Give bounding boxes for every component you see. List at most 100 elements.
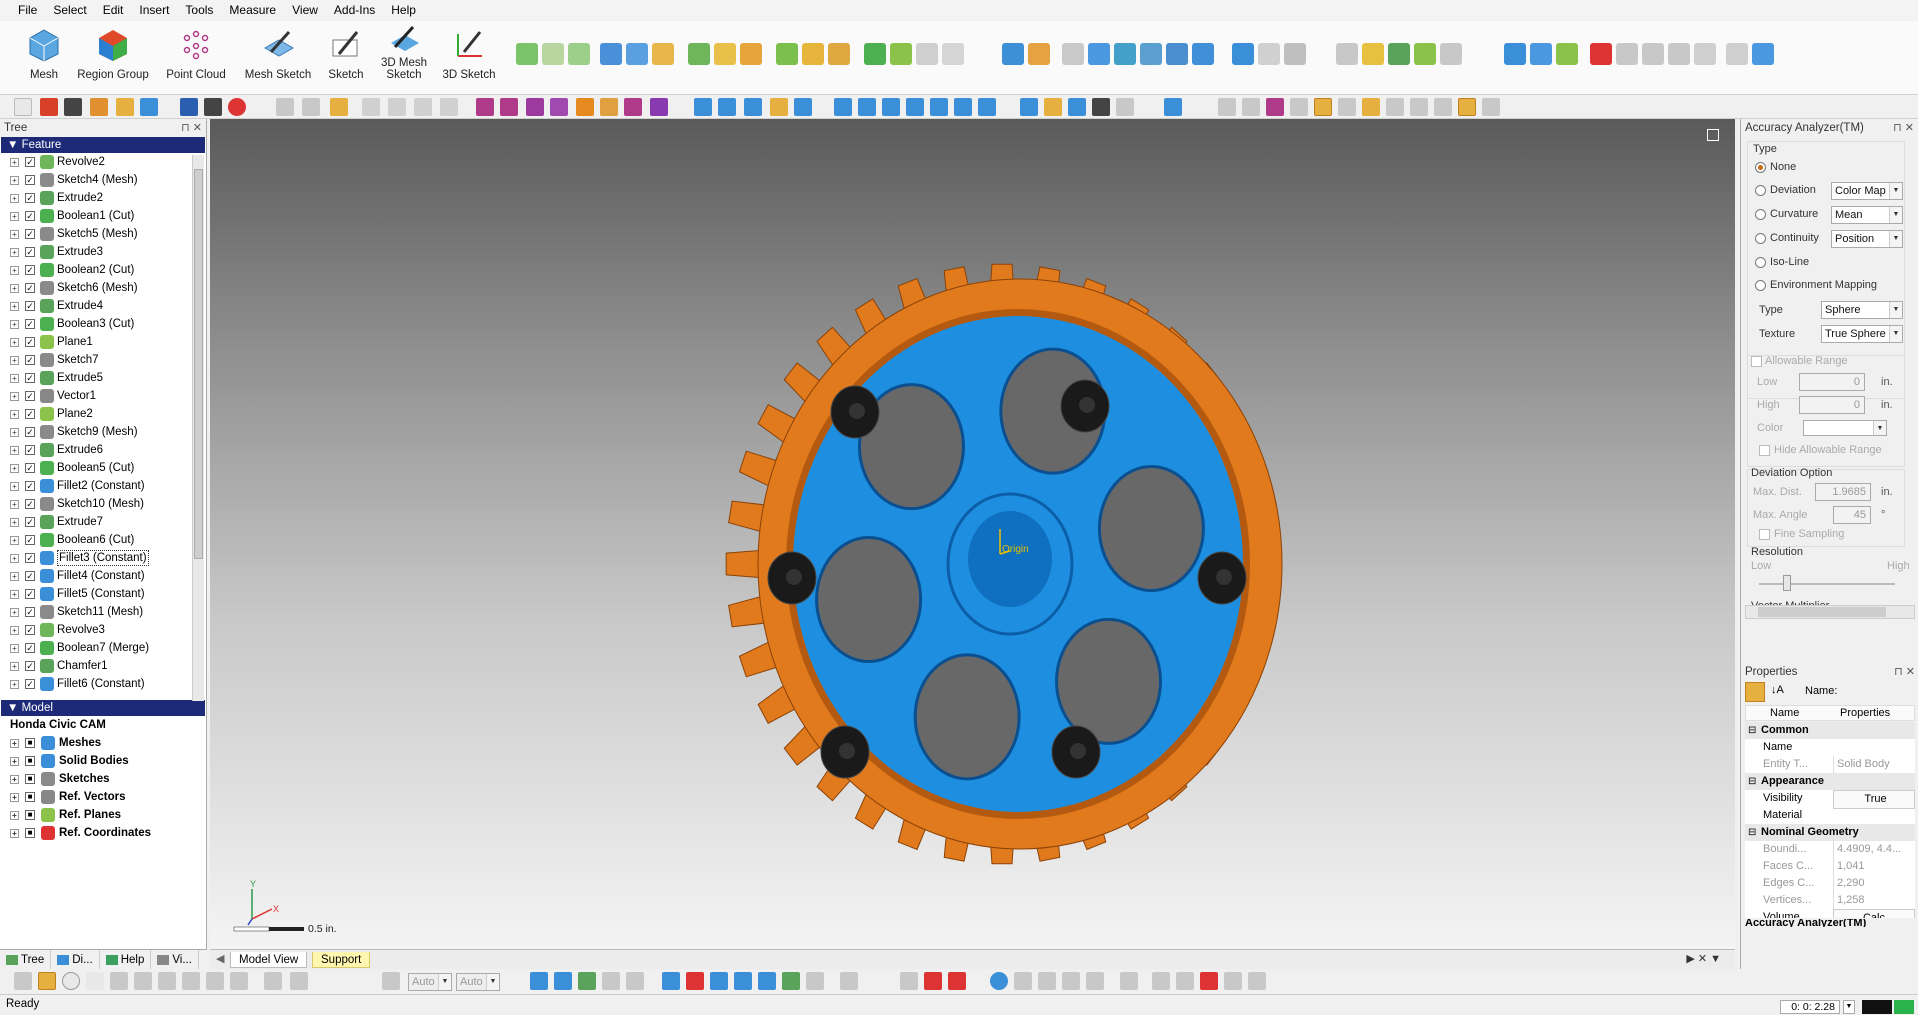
fillet-tool-icon[interactable]	[864, 43, 886, 65]
copy-body-icon[interactable]	[1232, 43, 1254, 65]
tree-feature-row[interactable]: + ✓ Revolve2	[0, 153, 206, 171]
max-angle-input[interactable]: 45	[1833, 506, 1871, 524]
replace-face-icon[interactable]	[1140, 43, 1162, 65]
mesh-sketch-button[interactable]: Mesh Sketch	[240, 25, 316, 81]
scrollbar-thumb[interactable]	[194, 169, 203, 559]
sweep-tool-icon[interactable]	[652, 43, 674, 65]
hide-allowable-checkbox[interactable]: Hide Allowable Range	[1759, 444, 1882, 456]
expand-icon[interactable]: +	[10, 409, 19, 419]
expand-icon[interactable]: +	[10, 679, 19, 689]
view-iso5-icon[interactable]	[930, 98, 948, 116]
color-picker[interactable]: ▼	[1803, 420, 1887, 436]
view-iso2-icon[interactable]	[858, 98, 876, 116]
menu-file[interactable]: File	[10, 0, 45, 21]
view-iso4-icon[interactable]	[906, 98, 924, 116]
filter-mesh-icon[interactable]	[530, 972, 548, 990]
lasso-select-icon[interactable]	[110, 972, 128, 990]
align-tool-icon[interactable]	[1336, 43, 1358, 65]
expand-icon[interactable]: +	[10, 391, 19, 401]
circle-select-icon[interactable]	[62, 972, 80, 990]
visibility-checkbox[interactable]: ■	[25, 828, 35, 838]
property-row[interactable]: Visibility True	[1745, 790, 1915, 809]
expand-icon[interactable]: +	[10, 481, 19, 491]
point-tool-icon[interactable]	[568, 43, 590, 65]
vector-tool-icon[interactable]	[542, 43, 564, 65]
view-front-icon[interactable]	[694, 98, 712, 116]
snap-all-icon[interactable]	[624, 98, 642, 116]
expand-icon[interactable]: +	[10, 774, 19, 784]
tree-feature-row[interactable]: + ✓ Extrude6	[0, 441, 206, 459]
visibility-checkbox[interactable]: ✓	[25, 373, 35, 383]
tab-support[interactable]: Support	[312, 952, 371, 968]
model-item-row[interactable]: + ■ Ref. Vectors	[0, 788, 206, 806]
expand-icon[interactable]: +	[10, 643, 19, 653]
trophy-icon[interactable]	[1120, 972, 1138, 990]
option-none[interactable]: None	[1755, 161, 1796, 173]
expand-icon[interactable]: +	[10, 828, 19, 838]
visibility-checkbox[interactable]: ■	[25, 774, 35, 784]
visibility-checkbox[interactable]: ✓	[25, 319, 35, 329]
auto-select-1[interactable]: Auto ▼	[408, 973, 452, 991]
pattern-tool-icon[interactable]	[1114, 43, 1136, 65]
radio-continuity[interactable]	[1755, 232, 1766, 244]
face-fit-icon[interactable]	[1414, 43, 1436, 65]
stop-icon[interactable]	[228, 98, 246, 116]
tab-display[interactable]: Di...	[51, 950, 100, 969]
dimension-tool-icon[interactable]	[1668, 43, 1690, 65]
select-filter-icon[interactable]	[302, 98, 320, 116]
eye-plane-icon[interactable]	[1362, 98, 1380, 116]
mirror-tool-icon[interactable]	[1088, 43, 1110, 65]
model-item-row[interactable]: + ■ Sketches	[0, 770, 206, 788]
property-row[interactable]: Volume Calc.	[1745, 909, 1915, 918]
eyedrop-icon[interactable]	[264, 972, 282, 990]
view-iso7-icon[interactable]	[978, 98, 996, 116]
view-iso3-icon[interactable]	[882, 98, 900, 116]
menu-insert[interactable]: Insert	[131, 0, 177, 21]
loft-tool-icon[interactable]	[688, 43, 710, 65]
mirror-body-icon[interactable]	[1590, 43, 1612, 65]
eye-coord-icon[interactable]	[1410, 98, 1428, 116]
model-root[interactable]: Honda Civic CAM	[0, 716, 206, 734]
redo-icon[interactable]	[204, 98, 222, 116]
pointer-icon[interactable]	[14, 972, 32, 990]
save-icon[interactable]	[64, 98, 82, 116]
chamfer-tool-icon[interactable]	[890, 43, 912, 65]
property-category[interactable]: Appearance	[1745, 773, 1915, 790]
eye-mesh-icon[interactable]	[1242, 98, 1260, 116]
scissors-icon[interactable]	[900, 972, 918, 990]
export-icon[interactable]	[116, 98, 134, 116]
auto-select-2[interactable]: Auto ▼	[456, 973, 500, 991]
expand-icon[interactable]: +	[10, 193, 19, 203]
visibility-checkbox[interactable]: ✓	[25, 679, 35, 689]
expand-icon[interactable]: +	[10, 571, 19, 581]
eye-sketch-icon[interactable]	[1314, 98, 1332, 116]
render-hidden-icon[interactable]	[1092, 98, 1110, 116]
view-right-icon[interactable]	[770, 98, 788, 116]
model-item-row[interactable]: + ■ Meshes	[0, 734, 206, 752]
option-iso-line[interactable]: Iso-Line	[1755, 256, 1809, 268]
expand-icon[interactable]: +	[10, 535, 19, 545]
deviation-combo[interactable]: Color Map ▼	[1831, 182, 1903, 200]
visibility-checkbox[interactable]: ✓	[25, 157, 35, 167]
property-row[interactable]: Name	[1745, 739, 1915, 756]
view-top-icon[interactable]	[794, 98, 812, 116]
options-icon[interactable]	[290, 972, 308, 990]
zoom-fit-icon[interactable]	[362, 98, 380, 116]
expand-icon[interactable]: +	[10, 175, 19, 185]
tab-view[interactable]: Vi...	[151, 950, 199, 969]
menu-tools[interactable]: Tools	[177, 0, 221, 21]
expand-icon[interactable]: +	[10, 625, 19, 635]
paint-select-icon[interactable]	[206, 972, 224, 990]
filter-region-icon[interactable]	[554, 972, 572, 990]
feature-section-header[interactable]: ▼ Feature	[1, 137, 205, 153]
open-file-icon[interactable]	[40, 98, 58, 116]
expand-icon[interactable]: +	[10, 355, 19, 365]
snap-mid-icon[interactable]	[600, 98, 618, 116]
clip-view-icon[interactable]	[1062, 972, 1080, 990]
tab-help[interactable]: Help	[100, 950, 152, 969]
tree-feature-row[interactable]: + ✓ Sketch7	[0, 351, 206, 369]
view-iso-icon[interactable]	[834, 98, 852, 116]
resolution-slider-track[interactable]	[1759, 583, 1895, 585]
expand-icon[interactable]: +	[10, 247, 19, 257]
property-row[interactable]: Faces C... 1,041	[1745, 858, 1915, 875]
